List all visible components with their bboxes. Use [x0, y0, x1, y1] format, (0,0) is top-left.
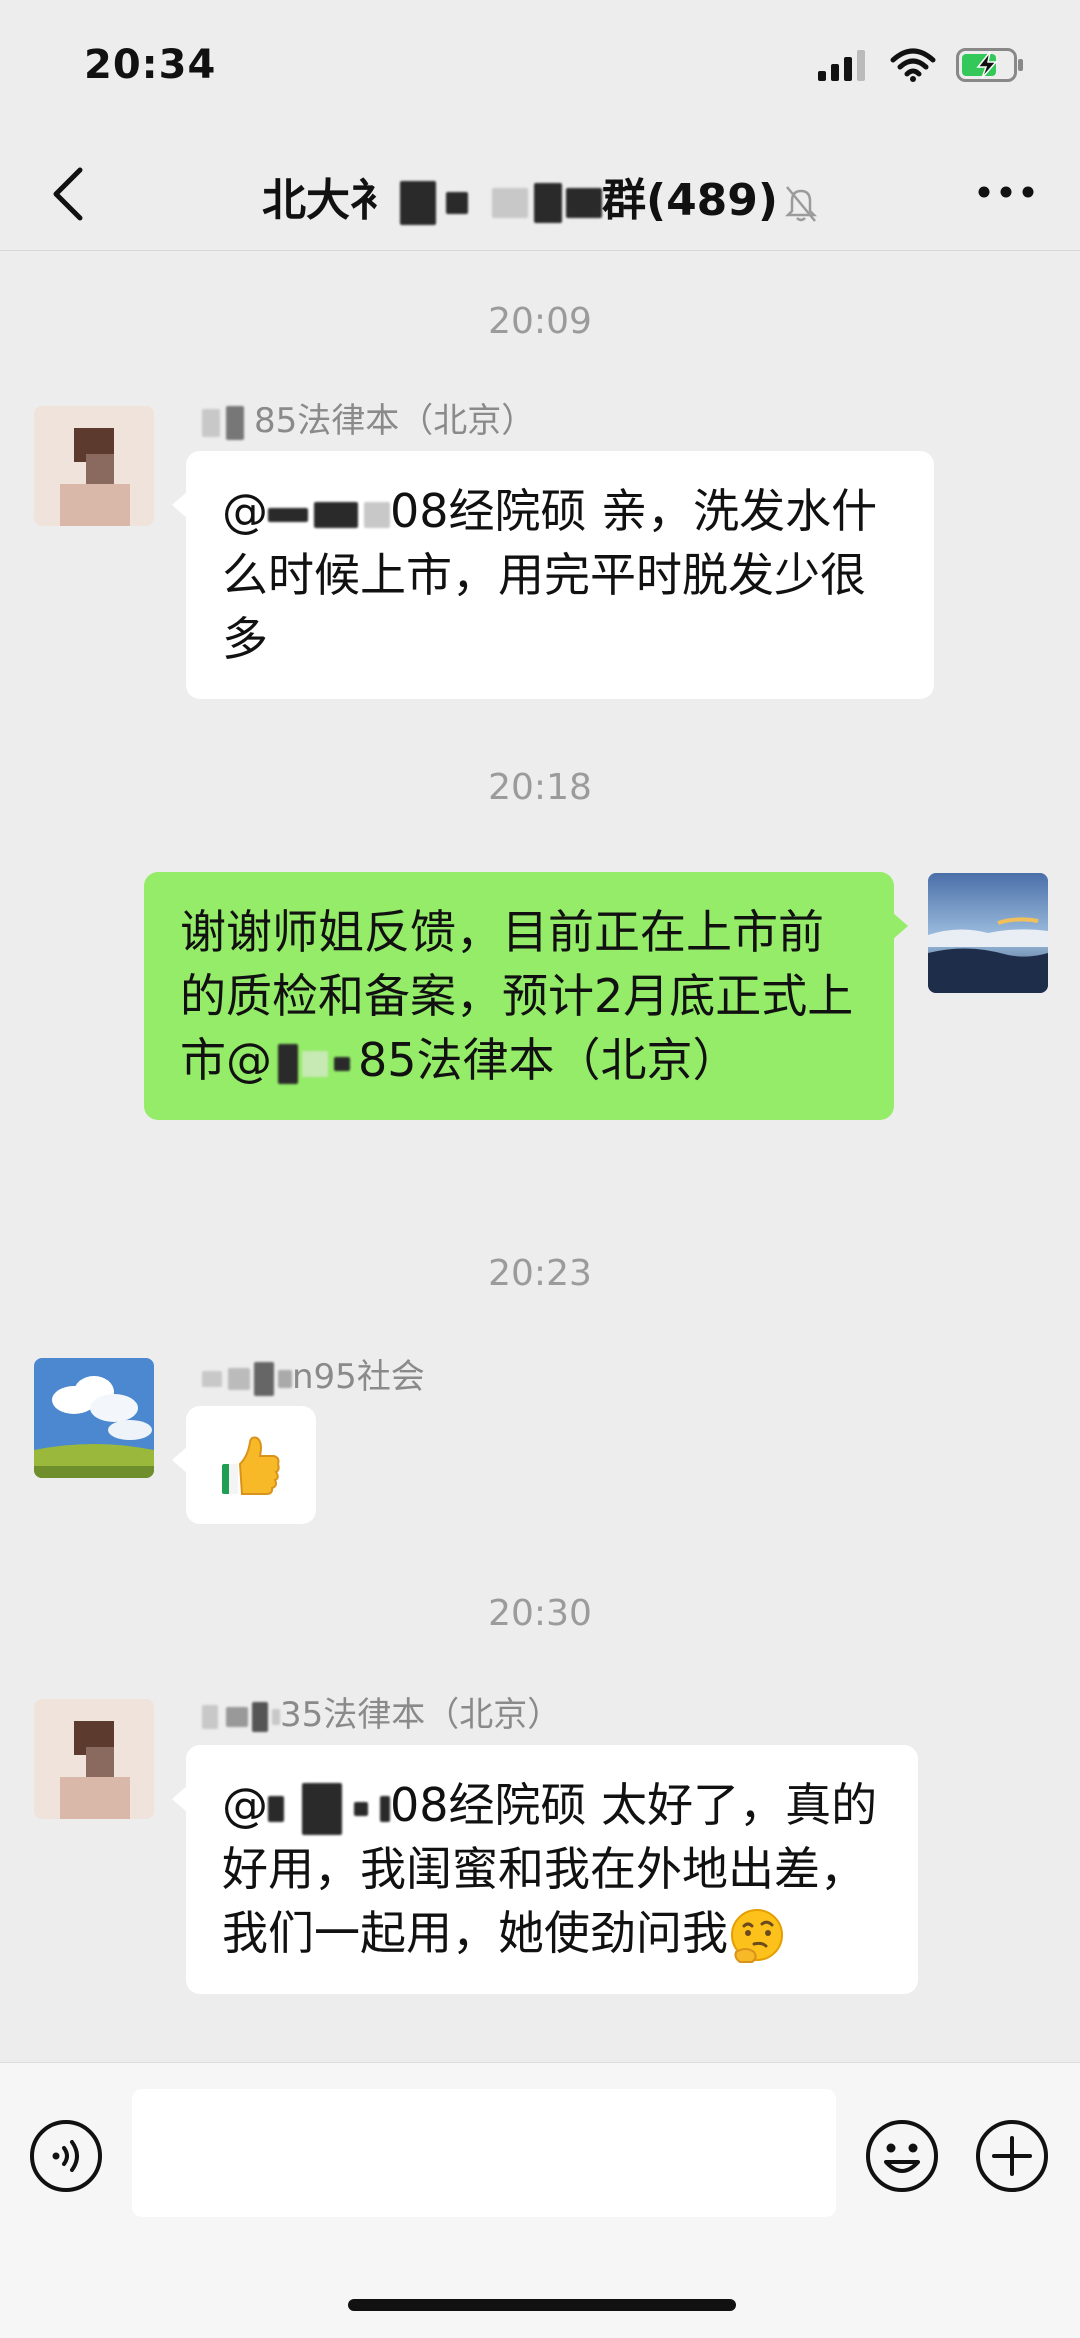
- group-title-start: 北大衤: [261, 175, 394, 226]
- redacted-name: [228, 1367, 250, 1390]
- redacted-name: [278, 1369, 292, 1388]
- redacted-name: [202, 1704, 218, 1729]
- redacted-name: [354, 1801, 368, 1816]
- wifi-icon: [890, 48, 936, 82]
- battery-charging-icon: [956, 48, 1023, 82]
- mute-bell-icon: [785, 186, 818, 222]
- thinking-face-emoji-icon: [731, 1908, 783, 1963]
- cellular-signal-icon: [818, 50, 865, 81]
- emoji-picker-icon[interactable]: [864, 2118, 940, 2194]
- redacted-name: [202, 408, 220, 437]
- status-time: 20:34: [84, 42, 217, 88]
- redacted-name: [491, 188, 528, 218]
- redacted-name: [380, 1795, 390, 1822]
- redacted-name: [272, 1708, 280, 1725]
- group-title[interactable]: 北大衤 群(489): [0, 164, 1080, 228]
- timestamp: 20:23: [488, 1253, 592, 1294]
- thumbs-up-emoji-icon: [222, 1436, 280, 1495]
- my-message-bubble[interactable]: 谢谢师姐反馈，目前正在上市前的质检和备案，预计2月底正式上市@ 85法律本（北京）: [144, 872, 908, 1120]
- voice-input-icon[interactable]: [28, 2118, 104, 2194]
- message-list[interactable]: 20:09 85法律本（北京） @08经院硕 亲，洗发水什么时候上市，用完平时脱…: [0, 251, 1080, 2061]
- message-input[interactable]: [132, 2089, 836, 2217]
- redacted-name: [445, 192, 468, 214]
- redacted-name: [226, 1706, 248, 1727]
- redacted-name: [268, 507, 308, 522]
- sender-name: 85法律本（北京）: [202, 393, 535, 442]
- more-options-icon[interactable]: [976, 180, 1036, 204]
- landscape-avatar-icon: [928, 873, 1048, 993]
- status-icons: [818, 48, 1026, 82]
- message-bubble[interactable]: @08经院硕 亲，洗发水什么时候上市，用完平时脱发少很多: [172, 451, 934, 699]
- input-bar: [0, 2062, 1080, 2338]
- redacted-name: [302, 1782, 342, 1835]
- group-title-end: 群: [601, 175, 646, 226]
- redacted-name: [252, 1701, 268, 1732]
- redacted-name: [364, 501, 390, 528]
- sender-name: n95社会: [202, 1349, 425, 1398]
- avatar[interactable]: [34, 1358, 154, 1478]
- redacted-name: [278, 1043, 298, 1084]
- landscape-avatar-icon: [34, 1358, 154, 1478]
- redacted-name: [202, 1370, 222, 1387]
- my-avatar[interactable]: [928, 873, 1048, 993]
- redacted-name: [565, 188, 602, 218]
- redacted-name: [533, 183, 562, 223]
- redacted-name: [334, 1056, 350, 1071]
- person-avatar-icon: [34, 406, 154, 526]
- avatar[interactable]: [34, 1699, 154, 1819]
- redacted-name: [399, 181, 436, 225]
- person-avatar-icon: [34, 1699, 154, 1819]
- redacted-name: [254, 1361, 274, 1396]
- timestamp: 20:09: [488, 301, 592, 342]
- chat-header: 北大衤 群(489): [0, 140, 1080, 251]
- avatar[interactable]: [34, 406, 154, 526]
- redacted-name: [314, 501, 358, 528]
- redacted-name: [302, 1050, 328, 1077]
- more-functions-icon[interactable]: [974, 2118, 1050, 2194]
- timestamp: 20:30: [488, 1593, 592, 1634]
- timestamp: 20:18: [488, 767, 592, 808]
- message-bubble[interactable]: @08经院硕 太好了，真的好用，我闺蜜和我在外地出差，我们一起用，她使劲问我: [172, 1745, 918, 1994]
- member-count: (489): [645, 175, 779, 226]
- home-indicator[interactable]: [348, 2299, 736, 2311]
- status-bar: 20:34: [0, 0, 1080, 140]
- redacted-name: [268, 1795, 284, 1822]
- redacted-name: [226, 405, 244, 440]
- message-bubble[interactable]: [172, 1406, 316, 1524]
- sender-name: 35法律本（北京）: [202, 1687, 561, 1736]
